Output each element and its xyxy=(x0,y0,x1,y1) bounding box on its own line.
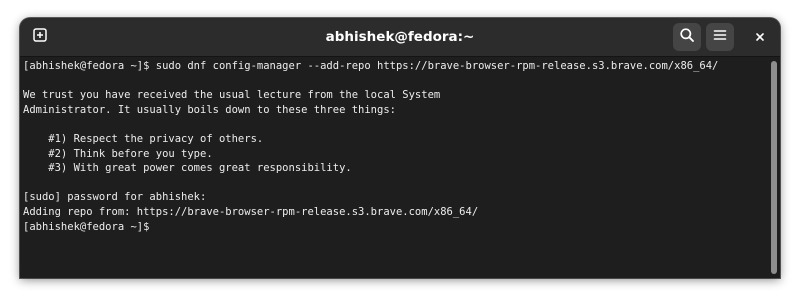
terminal-output[interactable]: [abhishek@fedora ~]$ sudo dnf config-man… xyxy=(20,57,768,278)
terminal-lines: [abhishek@fedora ~]$ sudo dnf config-man… xyxy=(23,59,718,234)
terminal-line: Administrator. It usually boils down to … xyxy=(23,103,396,116)
vertical-scrollbar[interactable] xyxy=(768,57,780,278)
terminal-line: Adding repo from: https://brave-browser-… xyxy=(23,205,479,218)
terminal-line: We trust you have received the usual lec… xyxy=(23,89,441,102)
new-tab-button[interactable] xyxy=(27,24,53,50)
search-button[interactable] xyxy=(673,23,701,51)
menu-button[interactable] xyxy=(706,23,734,51)
terminal-line: [sudo] password for abhishek: xyxy=(23,191,207,204)
terminal-line: #2) Think before you type. xyxy=(23,147,213,160)
window-title: abhishek@fedora:~ xyxy=(325,29,475,45)
hamburger-menu-icon xyxy=(712,27,728,47)
terminal-line: #1) Respect the privacy of others. xyxy=(23,132,264,145)
scrollbar-thumb[interactable] xyxy=(771,61,777,274)
close-button[interactable] xyxy=(746,23,774,51)
plus-box-icon xyxy=(32,27,48,47)
terminal-prompt-line: [abhishek@fedora ~]$ xyxy=(23,220,156,233)
close-icon xyxy=(754,28,766,47)
title-bar[interactable]: abhishek@fedora:~ xyxy=(20,18,780,57)
terminal-window: abhishek@fedora:~ [abhishek@fedora ~]$ s… xyxy=(20,18,780,278)
terminal-line: [abhishek@fedora ~]$ sudo dnf config-man… xyxy=(23,60,719,72)
terminal-line: #3) With great power comes great respons… xyxy=(23,162,352,175)
search-icon xyxy=(679,27,695,47)
